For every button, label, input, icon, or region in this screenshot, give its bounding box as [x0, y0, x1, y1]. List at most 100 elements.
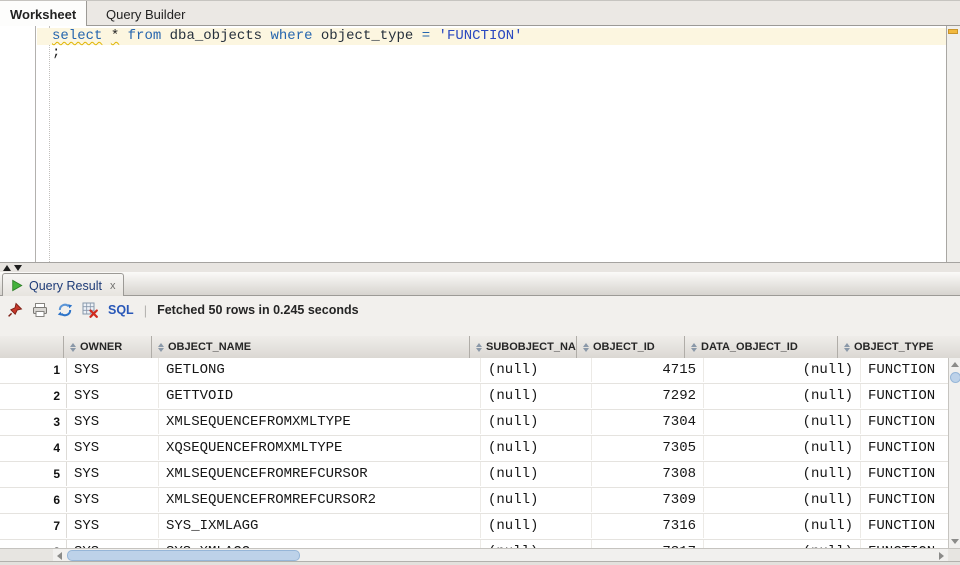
cell[interactable]: (null) [704, 514, 861, 538]
cell[interactable]: FUNCTION [861, 462, 948, 486]
table-row[interactable]: 6SYSXMLSEQUENCEFROMREFCURSOR2(null)7309(… [0, 488, 948, 514]
sql-button[interactable]: SQL [108, 303, 134, 317]
scroll-left-icon[interactable] [57, 552, 62, 560]
scroll-down-icon[interactable] [951, 539, 959, 544]
vertical-scrollbar[interactable] [948, 358, 960, 548]
results-splitter[interactable] [0, 262, 960, 272]
header-label: SUBOBJECT_NAME [486, 341, 577, 353]
header-cell[interactable]: OBJECT_NAME [152, 336, 470, 358]
scroll-right-icon[interactable] [939, 552, 944, 560]
code-line-1[interactable]: select * from dba_objects where object_t… [52, 28, 523, 45]
cell[interactable]: (null) [704, 540, 861, 548]
cell[interactable]: FUNCTION [861, 384, 948, 408]
row-number[interactable]: 1 [0, 358, 67, 382]
cell[interactable]: (null) [704, 436, 861, 460]
code-line-2[interactable]: ; [52, 45, 60, 62]
grid-body[interactable]: 1SYSGETLONG(null)4715(null)FUNCTION08-MA… [0, 358, 948, 548]
cell[interactable]: 7304 [592, 410, 704, 434]
cell[interactable]: 7316 [592, 514, 704, 538]
table-row[interactable]: 1SYSGETLONG(null)4715(null)FUNCTION08-MA [0, 358, 948, 384]
cell[interactable]: FUNCTION [861, 410, 948, 434]
cell[interactable]: GETLONG [159, 358, 481, 382]
cell[interactable]: XMLSEQUENCEFROMXMLTYPE [159, 410, 481, 434]
sql-editor[interactable]: select * from dba_objects where object_t… [0, 26, 960, 262]
code-token [119, 28, 127, 44]
row-number[interactable]: 2 [0, 384, 67, 408]
cell[interactable]: (null) [481, 358, 592, 382]
row-number[interactable]: 3 [0, 410, 67, 434]
cell[interactable]: 7308 [592, 462, 704, 486]
collapse-down-icon[interactable] [14, 265, 22, 271]
cell[interactable]: (null) [481, 540, 592, 548]
tab-worksheet[interactable]: Worksheet [0, 1, 87, 27]
cell[interactable]: XMLSEQUENCEFROMREFCURSOR [159, 462, 481, 486]
cell[interactable]: (null) [704, 462, 861, 486]
table-row[interactable]: 8SYSSYS_XMLAGG(null)7317(null)FUNCTION08… [0, 540, 948, 548]
header-cell[interactable]: OBJECT_TYPE [838, 336, 960, 358]
table-row[interactable]: 3SYSXMLSEQUENCEFROMXMLTYPE(null)7304(nul… [0, 410, 948, 436]
cell[interactable]: (null) [704, 488, 861, 512]
cell[interactable]: 4715 [592, 358, 704, 382]
table-row[interactable]: 5SYSXMLSEQUENCEFROMREFCURSOR(null)7308(n… [0, 462, 948, 488]
collapse-up-icon[interactable] [3, 265, 11, 271]
header-cell[interactable]: DATA_OBJECT_ID [685, 336, 838, 358]
warning-marker-icon[interactable] [948, 29, 958, 34]
cell[interactable]: (null) [704, 358, 861, 382]
header-cell[interactable]: SUBOBJECT_NAME [470, 336, 577, 358]
cell[interactable]: (null) [481, 488, 592, 512]
cell[interactable]: SYS [67, 358, 159, 382]
close-icon[interactable]: x [110, 280, 116, 292]
table-row[interactable]: 2SYSGETTVOID(null)7292(null)FUNCTION08-M… [0, 384, 948, 410]
cell[interactable]: (null) [481, 514, 592, 538]
row-number[interactable]: 4 [0, 436, 67, 460]
row-number[interactable]: 6 [0, 488, 67, 512]
row-number[interactable]: 5 [0, 462, 67, 486]
cell[interactable]: SYS [67, 462, 159, 486]
cell[interactable]: 7317 [592, 540, 704, 548]
cell[interactable]: SYS [67, 488, 159, 512]
overview-ruler[interactable] [946, 26, 960, 262]
tab-query-result[interactable]: Query Result x [2, 273, 124, 297]
row-number[interactable]: 8 [0, 540, 67, 548]
scroll-up-icon[interactable] [951, 362, 959, 367]
cell[interactable]: SYS_XMLAGG [159, 540, 481, 548]
table-row[interactable]: 7SYSSYS_IXMLAGG(null)7316(null)FUNCTION0… [0, 514, 948, 540]
cell[interactable]: SYS [67, 384, 159, 408]
cell[interactable]: XMLSEQUENCEFROMREFCURSOR2 [159, 488, 481, 512]
horizontal-scroll-thumb[interactable] [67, 550, 300, 561]
delete-grid-icon[interactable] [81, 302, 98, 319]
cell[interactable]: 7305 [592, 436, 704, 460]
editor-margin-guide [49, 26, 50, 262]
cell[interactable]: SYS [67, 410, 159, 434]
cell[interactable]: FUNCTION [861, 436, 948, 460]
cell[interactable]: FUNCTION [861, 540, 948, 548]
print-icon[interactable] [31, 302, 48, 319]
cell[interactable]: (null) [481, 462, 592, 486]
cell[interactable]: FUNCTION [861, 514, 948, 538]
pin-icon[interactable] [6, 302, 23, 319]
tab-query-builder[interactable]: Query Builder [96, 1, 195, 27]
table-row[interactable]: 4SYSXQSEQUENCEFROMXMLTYPE(null)7305(null… [0, 436, 948, 462]
cell[interactable]: (null) [481, 384, 592, 408]
vertical-scroll-thumb[interactable] [950, 372, 960, 383]
cell[interactable]: GETTVOID [159, 384, 481, 408]
cell[interactable]: (null) [481, 410, 592, 434]
refresh-icon[interactable] [56, 302, 73, 319]
row-number[interactable]: 7 [0, 514, 67, 538]
cell[interactable]: 7292 [592, 384, 704, 408]
cell[interactable]: XQSEQUENCEFROMXMLTYPE [159, 436, 481, 460]
cell[interactable]: SYS [67, 540, 159, 548]
cell[interactable]: (null) [481, 436, 592, 460]
cell[interactable]: (null) [704, 410, 861, 434]
cell[interactable]: (null) [704, 384, 861, 408]
header-cell[interactable]: OWNER [64, 336, 152, 358]
cell[interactable]: SYS [67, 436, 159, 460]
cell[interactable]: SYS [67, 514, 159, 538]
horizontal-scrollbar[interactable] [53, 548, 948, 561]
cell[interactable]: SYS_IXMLAGG [159, 514, 481, 538]
cell[interactable]: FUNCTION [861, 488, 948, 512]
header-label: OBJECT_ID [593, 341, 655, 353]
header-cell[interactable]: OBJECT_ID [577, 336, 685, 358]
cell[interactable]: FUNCTION [861, 358, 948, 382]
cell[interactable]: 7309 [592, 488, 704, 512]
